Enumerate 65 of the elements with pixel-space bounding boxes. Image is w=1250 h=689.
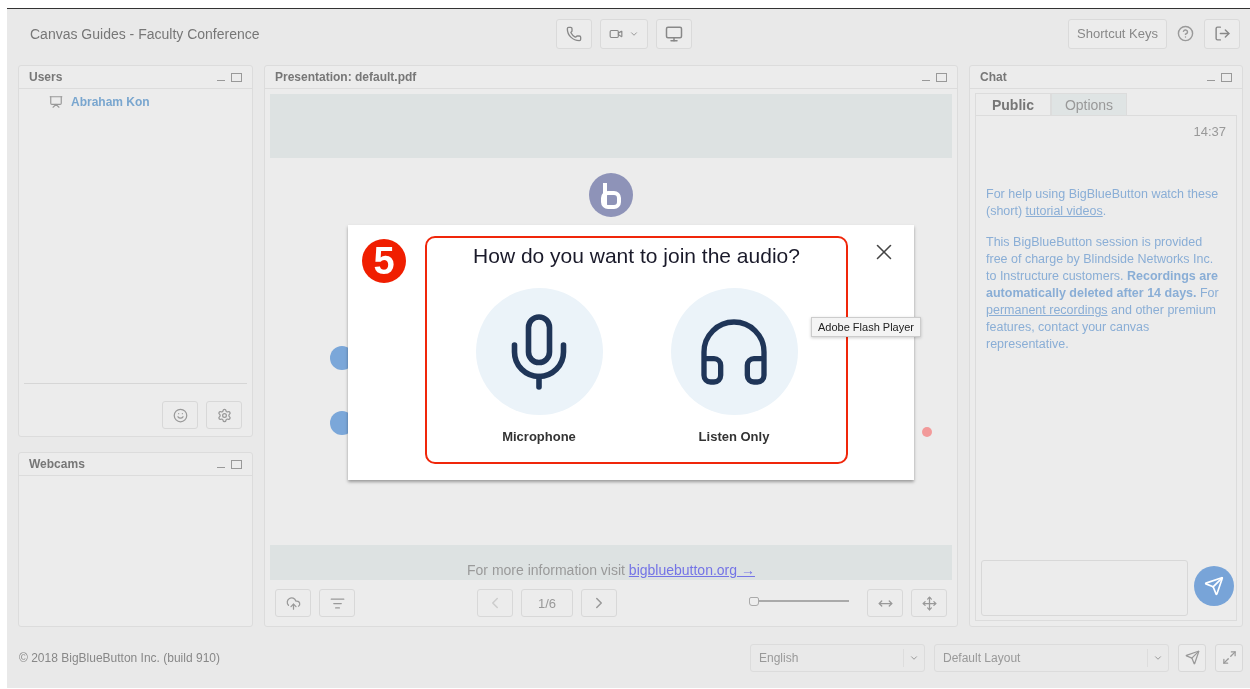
move-arrows-icon [921,595,937,611]
fullscreen-icon [1221,650,1237,665]
info-text: For more information visit bigbluebutton.org → [467,562,755,578]
logout-button[interactable] [1204,18,1240,49]
chat-message: For help using BigBlueButton watch these (short) tutorial videos. [986,186,1220,220]
settings-button[interactable] [206,401,242,429]
panel-title: Webcams [29,457,86,471]
caret-icon [629,29,639,39]
info-link[interactable]: bigbluebutton.org → [628,562,755,578]
conference-title: Canvas Guides - Faculty Conference [30,25,260,42]
copyright-text: © 2018 BigBlueButton Inc. (build 910) [19,650,221,665]
zoom-slider[interactable] [749,597,849,609]
recording-dot [922,427,932,437]
chat-tab[interactable]: Public [975,93,1051,115]
upload-icon [285,595,301,611]
video-button[interactable] [600,19,648,49]
chat-link[interactable]: tutorial videos [1025,204,1103,218]
maximize-icon[interactable] [231,459,242,469]
minimize-icon[interactable] [217,79,225,81]
previous-slide-button[interactable] [477,589,513,617]
language-select[interactable]: English [750,643,925,672]
send-layout-button[interactable] [1178,643,1206,672]
step-badge: 5 [362,239,406,283]
upload-button[interactable] [275,589,311,617]
poll-button[interactable] [319,589,355,617]
panel-title: Users [29,70,64,84]
phone-button[interactable] [556,19,592,49]
next-slide-button[interactable] [581,589,617,617]
phone-icon [566,26,582,42]
panel-title: Chat [980,70,1008,84]
video-icon [609,27,623,41]
layout-select[interactable]: Default Layout [934,643,1169,672]
panel-title: Presentation: default.pdf [275,70,418,84]
minimize-icon[interactable] [1207,79,1215,81]
minimize-icon[interactable] [922,79,930,81]
fullscreen-button[interactable] [1215,643,1243,672]
maximize-icon[interactable] [1221,72,1232,82]
message-time: 14:37 [1193,124,1226,139]
send-icon [1204,576,1224,596]
logout-icon [1213,25,1231,42]
list-icon [329,595,345,611]
user-name[interactable]: Abraham Kon [71,95,150,109]
emoji-button[interactable] [162,401,198,429]
slider-thumb[interactable] [749,597,759,606]
chat-tab[interactable]: Options [1051,93,1127,115]
help-icon[interactable] [1177,25,1194,42]
minimize-icon[interactable] [217,466,225,468]
maximize-icon[interactable] [936,72,947,82]
page-indicator[interactable]: 1/6 [521,589,573,617]
fit-page-button[interactable] [911,589,947,617]
shortcut-keys-button[interactable]: Shortcut Keys [1068,18,1167,49]
send-icon [1184,650,1200,665]
tooltip: Adobe Flash Player [811,317,921,337]
chat-link[interactable]: permanent recordings [986,303,1108,317]
logo-icon [588,172,634,218]
settings-icon [216,407,232,423]
maximize-icon[interactable] [231,72,242,82]
monitor-icon [665,25,683,43]
smiley-icon [172,407,188,423]
send-button[interactable] [1194,566,1234,606]
dialog-title: How do you want to join the audio? [473,244,800,268]
presenter-icon [49,95,63,109]
chat-message: This BigBlueButton session is provided free of charge by Blindside Networks Inc. to Instructure customers. Recordings are automatically deleted after 14 days. For permanent recordings and other premium features, contact your canvas representative. [986,234,1220,353]
screen-share-button[interactable] [656,19,692,49]
fit-width-button[interactable] [867,589,903,617]
